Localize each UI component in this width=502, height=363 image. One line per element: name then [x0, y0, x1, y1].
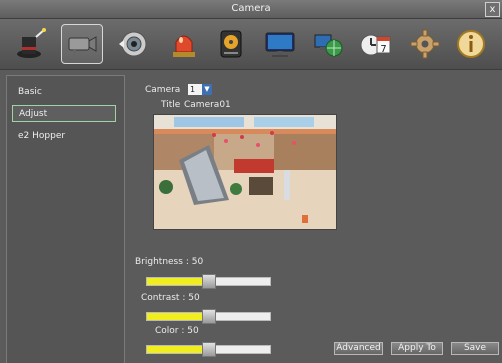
brightness-slider-fill	[147, 278, 209, 285]
toolbar: 7	[0, 19, 502, 70]
window-title: Camera	[231, 3, 271, 14]
camera-select-value: 1	[190, 85, 196, 94]
chevron-down-icon: ▼	[202, 84, 212, 95]
title-value: Camera01	[184, 100, 231, 110]
adjust-panel: Camera 1 ▼ Title Camera01 Brightness: 5…	[124, 75, 502, 362]
contrast-label: Contrast : 50	[141, 293, 200, 303]
title-label: Title	[161, 100, 181, 110]
monitor-icon[interactable]	[259, 24, 301, 64]
hard-disk-icon[interactable]	[210, 24, 252, 64]
magic-hat-icon[interactable]	[10, 24, 52, 64]
title-bar: Camera x	[0, 0, 502, 19]
contrast-slider-thumb[interactable]	[202, 309, 216, 324]
brightness-label-text: Brightness	[135, 257, 183, 267]
close-button[interactable]: x	[485, 2, 500, 17]
sidebar-item-basic[interactable]: Basic	[12, 84, 116, 101]
alarm-light-icon[interactable]	[163, 24, 205, 64]
gear-icon[interactable]	[404, 24, 446, 64]
color-slider-fill	[147, 346, 209, 353]
brightness-label: Brightness : 50	[135, 257, 204, 267]
brightness-slider[interactable]	[146, 274, 271, 289]
save-button[interactable]: Save	[451, 342, 499, 355]
info-icon[interactable]	[450, 24, 492, 64]
camera-select[interactable]: 1 ▼	[188, 84, 212, 95]
brightness-slider-thumb[interactable]	[202, 274, 216, 289]
color-slider[interactable]	[146, 342, 271, 357]
advanced-button[interactable]: Advanced	[334, 342, 383, 355]
contrast-value: 50	[188, 293, 200, 303]
ptz-icon[interactable]	[113, 24, 155, 64]
contrast-label-text: Contrast	[141, 293, 180, 303]
sidebar-item-e2-hopper[interactable]: e2 Hopper	[12, 128, 116, 145]
contrast-slider-fill	[147, 313, 209, 320]
sidebar-item-adjust[interactable]: Adjust	[12, 105, 116, 122]
sidebar: Basic Adjust e2 Hopper	[6, 75, 125, 363]
brightness-value: 50	[191, 257, 204, 267]
camera-label: Camera	[145, 85, 181, 95]
color-label-text: Color	[155, 326, 179, 336]
apply-to-button[interactable]: Apply To	[391, 342, 443, 355]
camera-icon[interactable]	[61, 24, 103, 64]
contrast-slider[interactable]	[146, 309, 271, 324]
color-label: Color : 50	[155, 326, 199, 336]
mall-scene-image	[154, 115, 336, 229]
camera-preview	[153, 114, 337, 230]
network-globe-icon[interactable]	[307, 24, 349, 64]
color-value: 50	[187, 326, 199, 336]
color-slider-thumb[interactable]	[202, 342, 216, 357]
schedule-badge: 7	[380, 44, 386, 55]
schedule-icon[interactable]: 7	[355, 24, 397, 64]
